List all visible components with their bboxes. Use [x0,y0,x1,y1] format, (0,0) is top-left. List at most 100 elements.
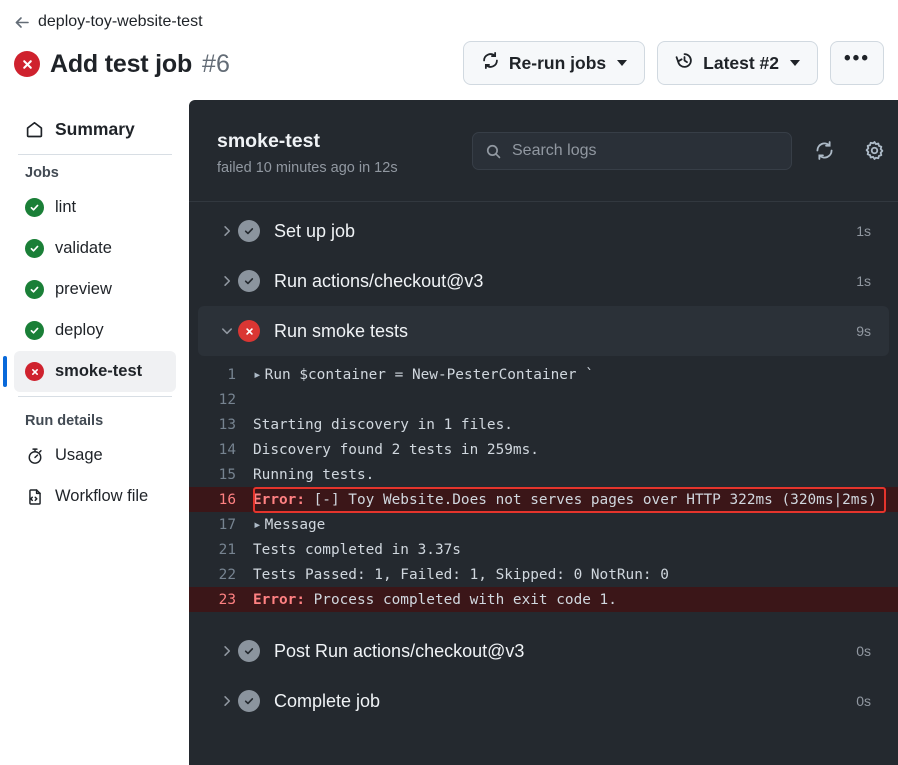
log-line-number: 23 [218,591,236,608]
log-line-error[interactable]: 23 Error: Process completed with exit co… [189,587,898,612]
log-line[interactable]: 12 [189,387,898,412]
log-line[interactable]: 1 ▸ Run $container = New-PesterContainer … [189,362,898,387]
stopwatch-icon [25,446,44,465]
check-circle-icon [25,280,44,299]
step-row[interactable]: Post Run actions/checkout@v3 0s [198,626,889,676]
log-line-number: 16 [218,491,236,508]
step-duration: 0s [856,643,871,659]
step-row[interactable]: Run actions/checkout@v3 1s [198,256,889,306]
sidebar-item-usage[interactable]: Usage [14,435,176,476]
step-name: Post Run actions/checkout@v3 [274,640,525,661]
log-panel-header: smoke-test failed 10 minutes ago in 12s … [189,100,898,202]
kebab-menu-icon: ••• [844,48,870,69]
sidebar-item-preview[interactable]: preview [14,269,176,310]
log-line-text: Error: [-] Toy Website.Does not serves p… [253,491,877,508]
x-circle-icon [238,320,260,342]
page-header: deploy-toy-website-test Add test job #6 … [0,0,898,100]
triangle-right-icon[interactable]: ▸ [253,367,262,383]
run-number: #6 [202,49,230,78]
rerun-jobs-button[interactable]: Re-run jobs [462,41,646,85]
check-circle-icon [238,690,260,712]
log-line-text: Running tests. [253,466,375,483]
step-name: Set up job [274,220,356,241]
sidebar-jobs-heading: Jobs [25,165,59,181]
sidebar-item-label: preview [55,280,112,298]
sidebar-run-details-heading: Run details [25,413,104,429]
log-line-number: 15 [218,466,236,483]
sidebar-divider-2 [18,396,172,397]
chevron-down-icon [216,324,238,338]
chevron-down-icon [790,60,801,66]
x-circle-icon [25,362,44,381]
arrow-left-icon[interactable] [14,14,30,30]
step-duration: 1s [856,223,871,239]
latest-run-label: Latest #2 [703,52,780,73]
file-code-icon [25,487,44,506]
sidebar-item-label: Usage [55,446,103,464]
sidebar-item-deploy[interactable]: deploy [14,310,176,351]
chevron-right-icon [216,644,238,658]
step-name: Run smoke tests [274,320,409,341]
log-line-text: Tests Passed: 1, Failed: 1, Skipped: 0 N… [253,566,669,583]
chevron-right-icon [216,274,238,288]
log-line-text: Starting discovery in 1 files. [253,416,513,433]
step-row-expanded[interactable]: Run smoke tests 9s [198,306,889,356]
sidebar-item-label: deploy [55,321,104,339]
log-line-number: 17 [218,516,236,533]
log-line-number: 13 [218,416,236,433]
log-line-error-annotated[interactable]: 16 Error: [-] Toy Website.Does not serve… [189,487,898,513]
log-steps: Set up job 1s Run actions/checkout@v3 1s [189,202,898,765]
chevron-right-icon [216,224,238,238]
more-options-button[interactable]: ••• [830,41,884,85]
search-icon [485,143,502,160]
log-line-number: 21 [218,541,236,558]
header-actions: Re-run jobs Latest #2 ••• [462,41,884,85]
gear-icon[interactable] [864,140,885,166]
log-line[interactable]: 17 ▸ Message [189,512,898,537]
body-area: Summary Jobs lint validate preview deplo… [0,100,898,765]
check-circle-icon [238,220,260,242]
sidebar-item-label: Summary [55,118,135,139]
step-name: Run actions/checkout@v3 [274,270,484,291]
log-line-number: 12 [218,391,236,408]
sidebar-item-smoke-test[interactable]: smoke-test [3,351,176,392]
sync-icon[interactable] [814,140,835,166]
log-line[interactable]: 21 Tests completed in 3.37s [189,537,898,562]
log-panel: smoke-test failed 10 minutes ago in 12s … [189,100,898,765]
log-line-text: Tests completed in 3.37s [253,541,461,558]
sidebar-item-validate[interactable]: validate [14,228,176,269]
log-line[interactable]: 14 Discovery found 2 tests in 259ms. [189,437,898,462]
log-spacer [189,614,898,626]
sidebar-item-workflow-file[interactable]: Workflow file [14,476,176,517]
search-input[interactable]: Search logs [472,132,792,170]
triangle-right-icon[interactable]: ▸ [253,517,262,533]
latest-run-button[interactable]: Latest #2 [657,41,819,85]
step-duration: 0s [856,693,871,709]
log-output: 1 ▸ Run $container = New-PesterContainer … [189,356,898,614]
check-circle-icon [238,270,260,292]
log-line-text: Discovery found 2 tests in 259ms. [253,441,539,458]
sidebar-item-label: lint [55,198,77,216]
chevron-down-icon [617,60,628,66]
log-line[interactable]: 22 Tests Passed: 1, Failed: 1, Skipped: … [189,562,898,587]
sidebar-divider [18,154,172,155]
sidebar-item-label: Workflow file [55,487,149,505]
log-line-text: ▸ Message [253,516,326,533]
breadcrumb[interactable]: deploy-toy-website-test [14,10,884,34]
sidebar-item-lint[interactable]: lint [14,187,176,228]
search-placeholder: Search logs [512,142,597,159]
breadcrumb-label[interactable]: deploy-toy-website-test [38,13,203,31]
log-line[interactable]: 13 Starting discovery in 1 files. [189,412,898,437]
history-icon [675,51,694,75]
step-row[interactable]: Complete job 0s [198,676,889,726]
step-name: Complete job [274,690,381,711]
chevron-right-icon [216,694,238,708]
sidebar-item-summary[interactable]: Summary [14,110,176,148]
log-line[interactable]: 15 Running tests. [189,462,898,487]
log-job-title: smoke-test [217,130,320,152]
step-row[interactable]: Set up job 1s [198,206,889,256]
x-circle-icon [14,51,40,77]
home-icon [25,120,44,139]
sync-icon [481,51,500,75]
check-circle-icon [238,640,260,662]
